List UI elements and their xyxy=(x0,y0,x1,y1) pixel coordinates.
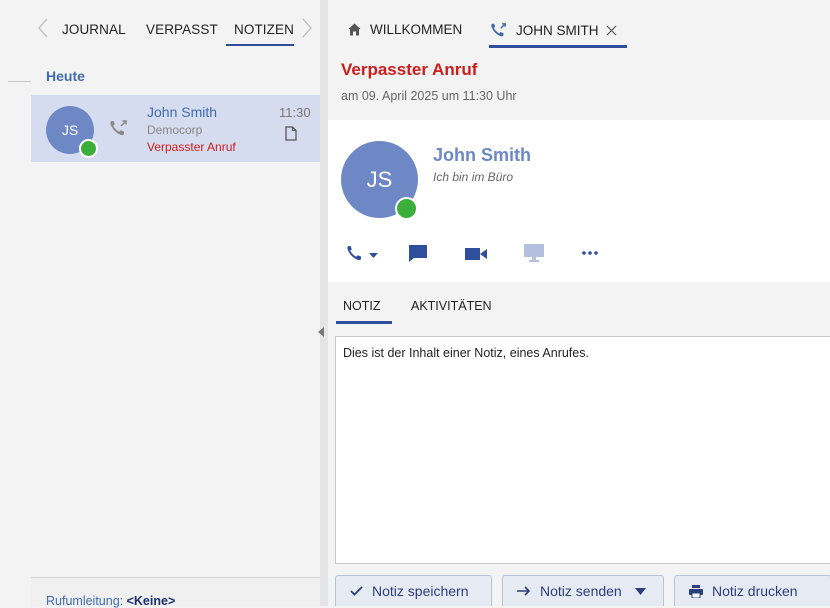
tab-john-smith-label: JOHN SMITH xyxy=(516,22,599,38)
printer-icon xyxy=(689,584,703,598)
left-tab-bar: JOURNAL VERPASST NOTIZEN xyxy=(31,0,320,50)
dropdown-arrow-icon[interactable] xyxy=(634,587,646,595)
document-tab-bar: WILLKOMMEN JOHN SMITH xyxy=(328,0,830,50)
left-pane: JOURNAL VERPASST NOTIZEN Heute JS John S… xyxy=(0,0,320,608)
active-tab-indicator xyxy=(336,321,392,324)
tab-journal[interactable]: JOURNAL xyxy=(62,22,126,37)
print-note-label: Notiz drucken xyxy=(712,583,798,599)
presence-available-icon xyxy=(79,139,98,158)
call-status: Verpasster Anruf xyxy=(147,140,236,154)
missed-call-icon xyxy=(490,22,508,38)
collapse-arrow-icon[interactable] xyxy=(318,327,324,337)
chevron-right-icon[interactable] xyxy=(300,18,314,38)
status-footer: Rufumleitung: <Keine> xyxy=(31,577,320,608)
video-icon[interactable] xyxy=(465,247,487,261)
note-tab-bar: NOTIZ AKTIVITÄTEN xyxy=(328,282,830,324)
page-title: Verpasster Anruf xyxy=(341,60,478,79)
contact-company: Democorp xyxy=(147,123,203,137)
contact-status-message: Ich bin im Büro xyxy=(433,170,514,184)
home-icon xyxy=(348,23,361,36)
divider xyxy=(8,81,31,82)
chevron-left-icon[interactable] xyxy=(36,18,50,38)
save-note-label: Notiz speichern xyxy=(372,583,469,599)
save-note-button[interactable]: Notiz speichern xyxy=(335,575,492,606)
tab-willkommen[interactable]: WILLKOMMEN xyxy=(348,22,462,37)
call-timestamp: am 09. April 2025 um 11:30 Uhr xyxy=(341,89,517,103)
phone-icon[interactable] xyxy=(346,245,382,263)
tab-verpasst[interactable]: VERPASST xyxy=(146,22,218,37)
note-textarea[interactable]: Dies ist der Inhalt einer Notiz, eines A… xyxy=(335,336,830,564)
tab-notiz[interactable]: NOTIZ xyxy=(343,299,381,313)
close-icon[interactable] xyxy=(606,25,617,36)
tab-john-smith[interactable]: JOHN SMITH xyxy=(490,22,617,38)
screen-share-icon[interactable] xyxy=(524,244,544,262)
print-note-button[interactable]: Notiz drucken xyxy=(674,575,830,606)
presence-available-icon xyxy=(395,197,418,220)
note-document-icon[interactable] xyxy=(285,126,297,141)
arrow-right-icon xyxy=(517,586,531,596)
tab-aktivitaeten[interactable]: AKTIVITÄTEN xyxy=(411,299,492,313)
right-pane: WILLKOMMEN JOHN SMITH Verpasster Anruf a… xyxy=(328,0,830,606)
pane-splitter[interactable] xyxy=(320,0,328,606)
group-label-today: Heute xyxy=(46,68,85,84)
send-note-label: Notiz senden xyxy=(540,583,622,599)
more-icon[interactable] xyxy=(582,251,598,255)
call-time: 11:30 xyxy=(279,105,311,120)
contact-name[interactable]: John Smith xyxy=(433,145,531,166)
send-note-button[interactable]: Notiz senden xyxy=(502,575,664,606)
tab-willkommen-label: WILLKOMMEN xyxy=(370,22,463,37)
active-tab-indicator xyxy=(226,44,294,46)
chat-icon[interactable] xyxy=(408,244,428,263)
missed-call-icon xyxy=(109,119,129,137)
active-tab-indicator xyxy=(489,45,627,48)
checkmark-icon xyxy=(350,586,363,596)
call-list-item[interactable]: JS John Smith Democorp Verpasster Anruf … xyxy=(31,95,320,162)
contact-card: JS John Smith Ich bin im Büro xyxy=(328,120,830,282)
contact-name: John Smith xyxy=(147,104,218,120)
tab-notizen[interactable]: NOTIZEN xyxy=(234,22,294,37)
